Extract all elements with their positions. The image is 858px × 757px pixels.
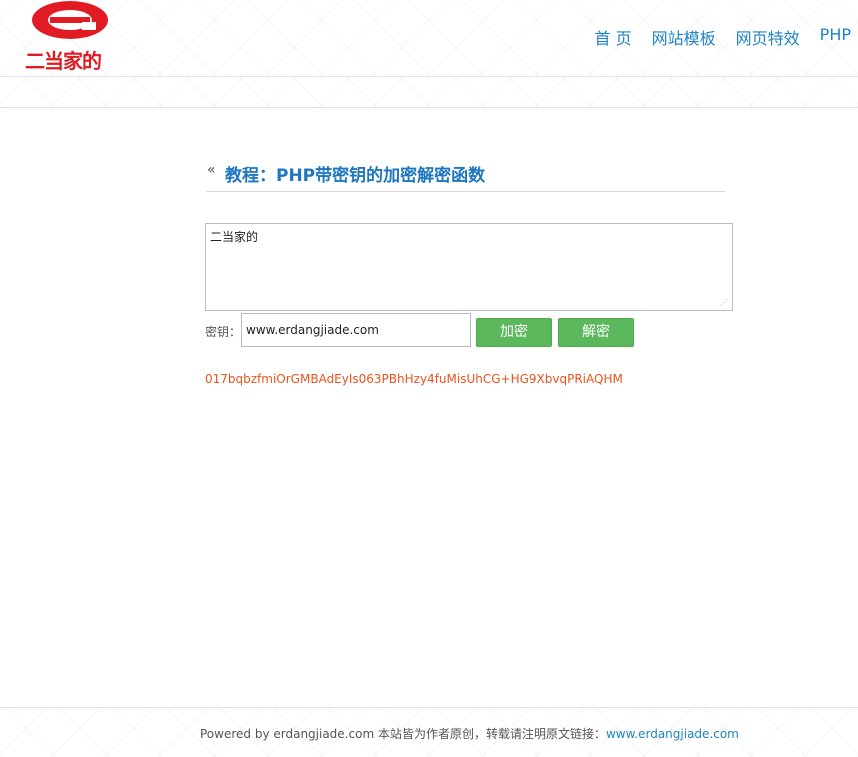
key-input[interactable] [241, 313, 471, 347]
site-header: 二当家的 首 页 网站模板 网页特效 PHP [0, 0, 858, 77]
site-logo[interactable]: 二当家的 [24, 0, 116, 73]
site-footer: Powered by erdangjiade.com 本站皆为作者原创，转载请注… [0, 707, 858, 757]
encrypt-button[interactable]: 加密 [476, 318, 552, 347]
result-output: 017bqbzfmiOrGMBAdEyIs063PBhHzy4fuMisUhCG… [205, 372, 623, 386]
footer-link[interactable]: www.erdangjiade.com [606, 727, 739, 741]
nav-templates[interactable]: 网站模板 [652, 25, 716, 49]
header-strip [0, 77, 858, 108]
footer-text: Powered by erdangjiade.com 本站皆为作者原创，转载请注… [200, 725, 739, 742]
page-title: 教程：PHP带密钥的加密解密函数 [225, 166, 486, 186]
footer-copyright: Powered by erdangjiade.com 本站皆为作者原创，转载请注… [200, 727, 606, 741]
logo-text: 二当家的 [25, 49, 102, 73]
key-label: 密钥： [205, 325, 242, 339]
back-chevron-icon[interactable]: « [207, 162, 216, 178]
title-row: « 教程：PHP带密钥的加密解密函数 [206, 160, 725, 192]
logo-e-icon [32, 1, 108, 39]
nav-home[interactable]: 首 页 [595, 25, 632, 49]
main-nav: 首 页 网站模板 网页特效 PHP [595, 25, 851, 49]
nav-php[interactable]: PHP [820, 25, 851, 49]
nav-effects[interactable]: 网页特效 [736, 25, 800, 49]
resize-grip-icon[interactable]: ⋰ [720, 298, 730, 308]
decrypt-button[interactable]: 解密 [558, 318, 634, 347]
plaintext-input[interactable]: 二当家的 [205, 223, 733, 311]
